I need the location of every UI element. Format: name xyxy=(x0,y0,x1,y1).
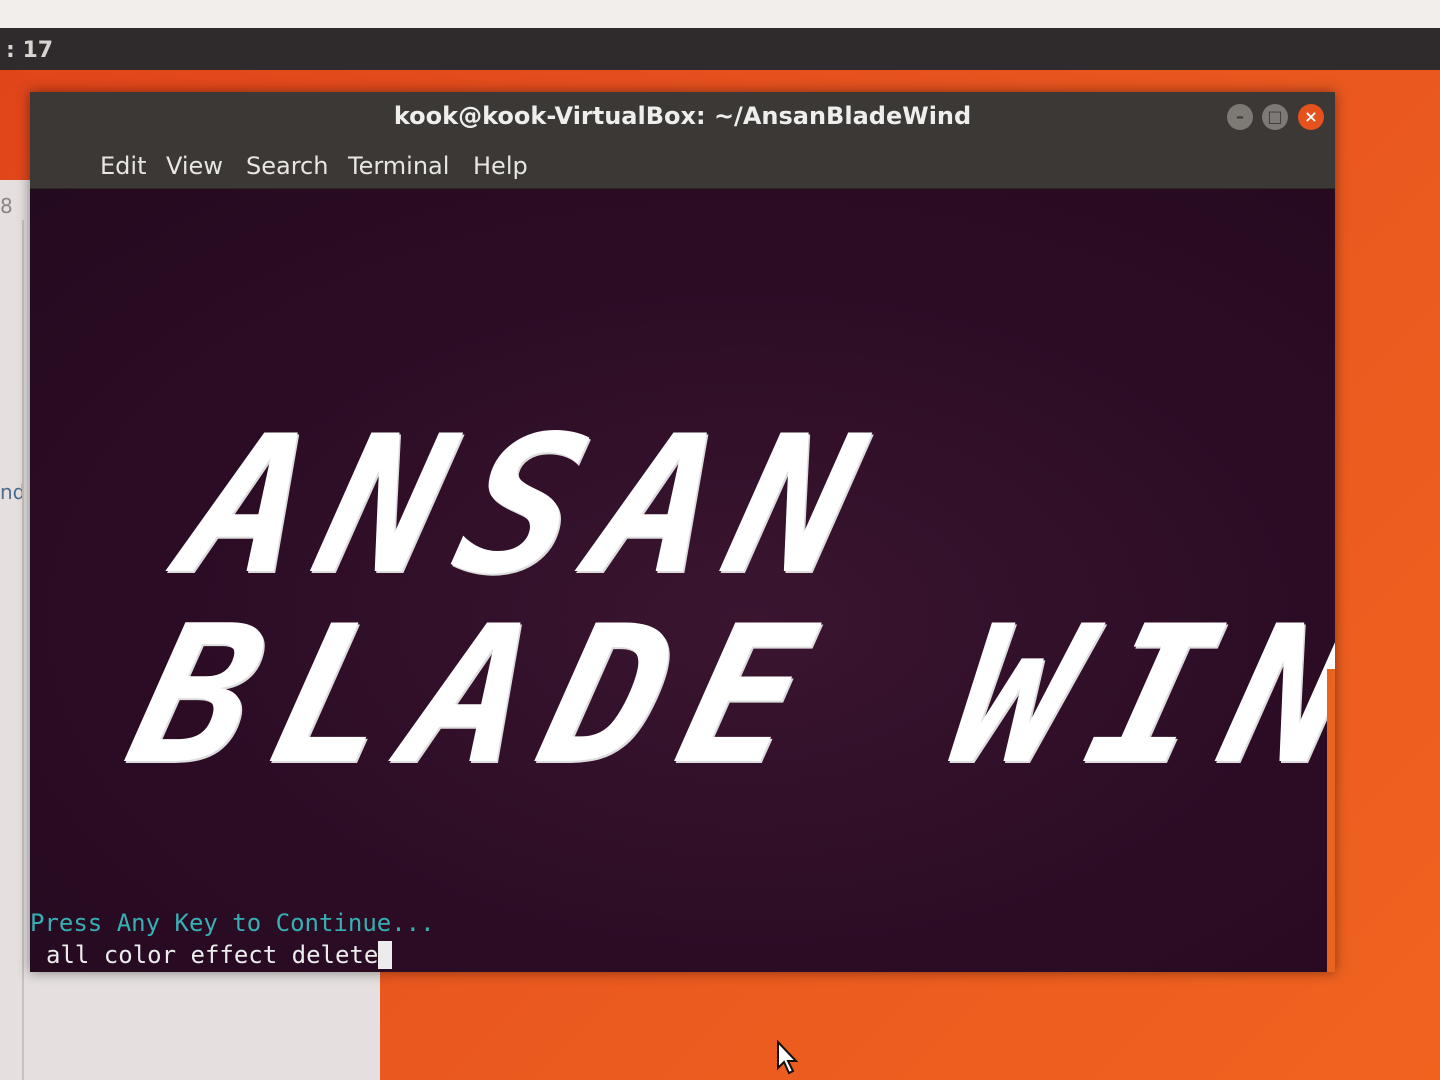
continue-prompt: Press Any Key to Continue... xyxy=(30,909,435,937)
maximize-button[interactable]: □ xyxy=(1262,104,1288,130)
scrollbar[interactable] xyxy=(1327,669,1335,972)
banner-line-ansan: ANSAN xyxy=(164,395,902,616)
terminal-content[interactable]: ANSAN BLADE WIND Press Any Key to Contin… xyxy=(30,189,1335,972)
minimize-button[interactable]: – xyxy=(1227,104,1253,130)
menu-help[interactable]: Help xyxy=(473,152,528,180)
terminal-window[interactable]: kook@kook-VirtualBox: ~/AnsanBladeWind –… xyxy=(30,92,1335,972)
title-bar[interactable]: kook@kook-VirtualBox: ~/AnsanBladeWind –… xyxy=(30,92,1335,140)
top-panel: : 17 xyxy=(0,28,1440,70)
menu-edit[interactable]: Edit xyxy=(100,152,146,180)
mouse-pointer-icon xyxy=(777,1040,799,1075)
menu-search[interactable]: Search xyxy=(246,152,328,180)
maximize-icon: □ xyxy=(1267,107,1283,126)
close-button[interactable]: × xyxy=(1298,104,1324,130)
panel-clock[interactable]: : 17 xyxy=(6,38,53,63)
photo-edge xyxy=(0,0,1440,28)
window-title: kook@kook-VirtualBox: ~/AnsanBladeWind xyxy=(393,102,972,130)
menu-terminal[interactable]: Terminal xyxy=(348,152,449,180)
ascii-banner: ANSAN BLADE WIND xyxy=(115,395,1335,806)
background-window-text: 8 xyxy=(0,194,13,218)
output-text: all color effect delete xyxy=(46,941,379,969)
banner-line-blade-wind: BLADE WIND xyxy=(114,585,1335,806)
menu-bar: Edit View Search Terminal Help xyxy=(30,140,1335,189)
minimize-icon: – xyxy=(1236,107,1244,126)
menu-view[interactable]: View xyxy=(166,152,223,180)
terminal-output-line: all color effect delete xyxy=(46,941,393,969)
text-cursor xyxy=(378,941,393,969)
close-icon: × xyxy=(1304,107,1318,126)
divider xyxy=(22,220,24,1080)
